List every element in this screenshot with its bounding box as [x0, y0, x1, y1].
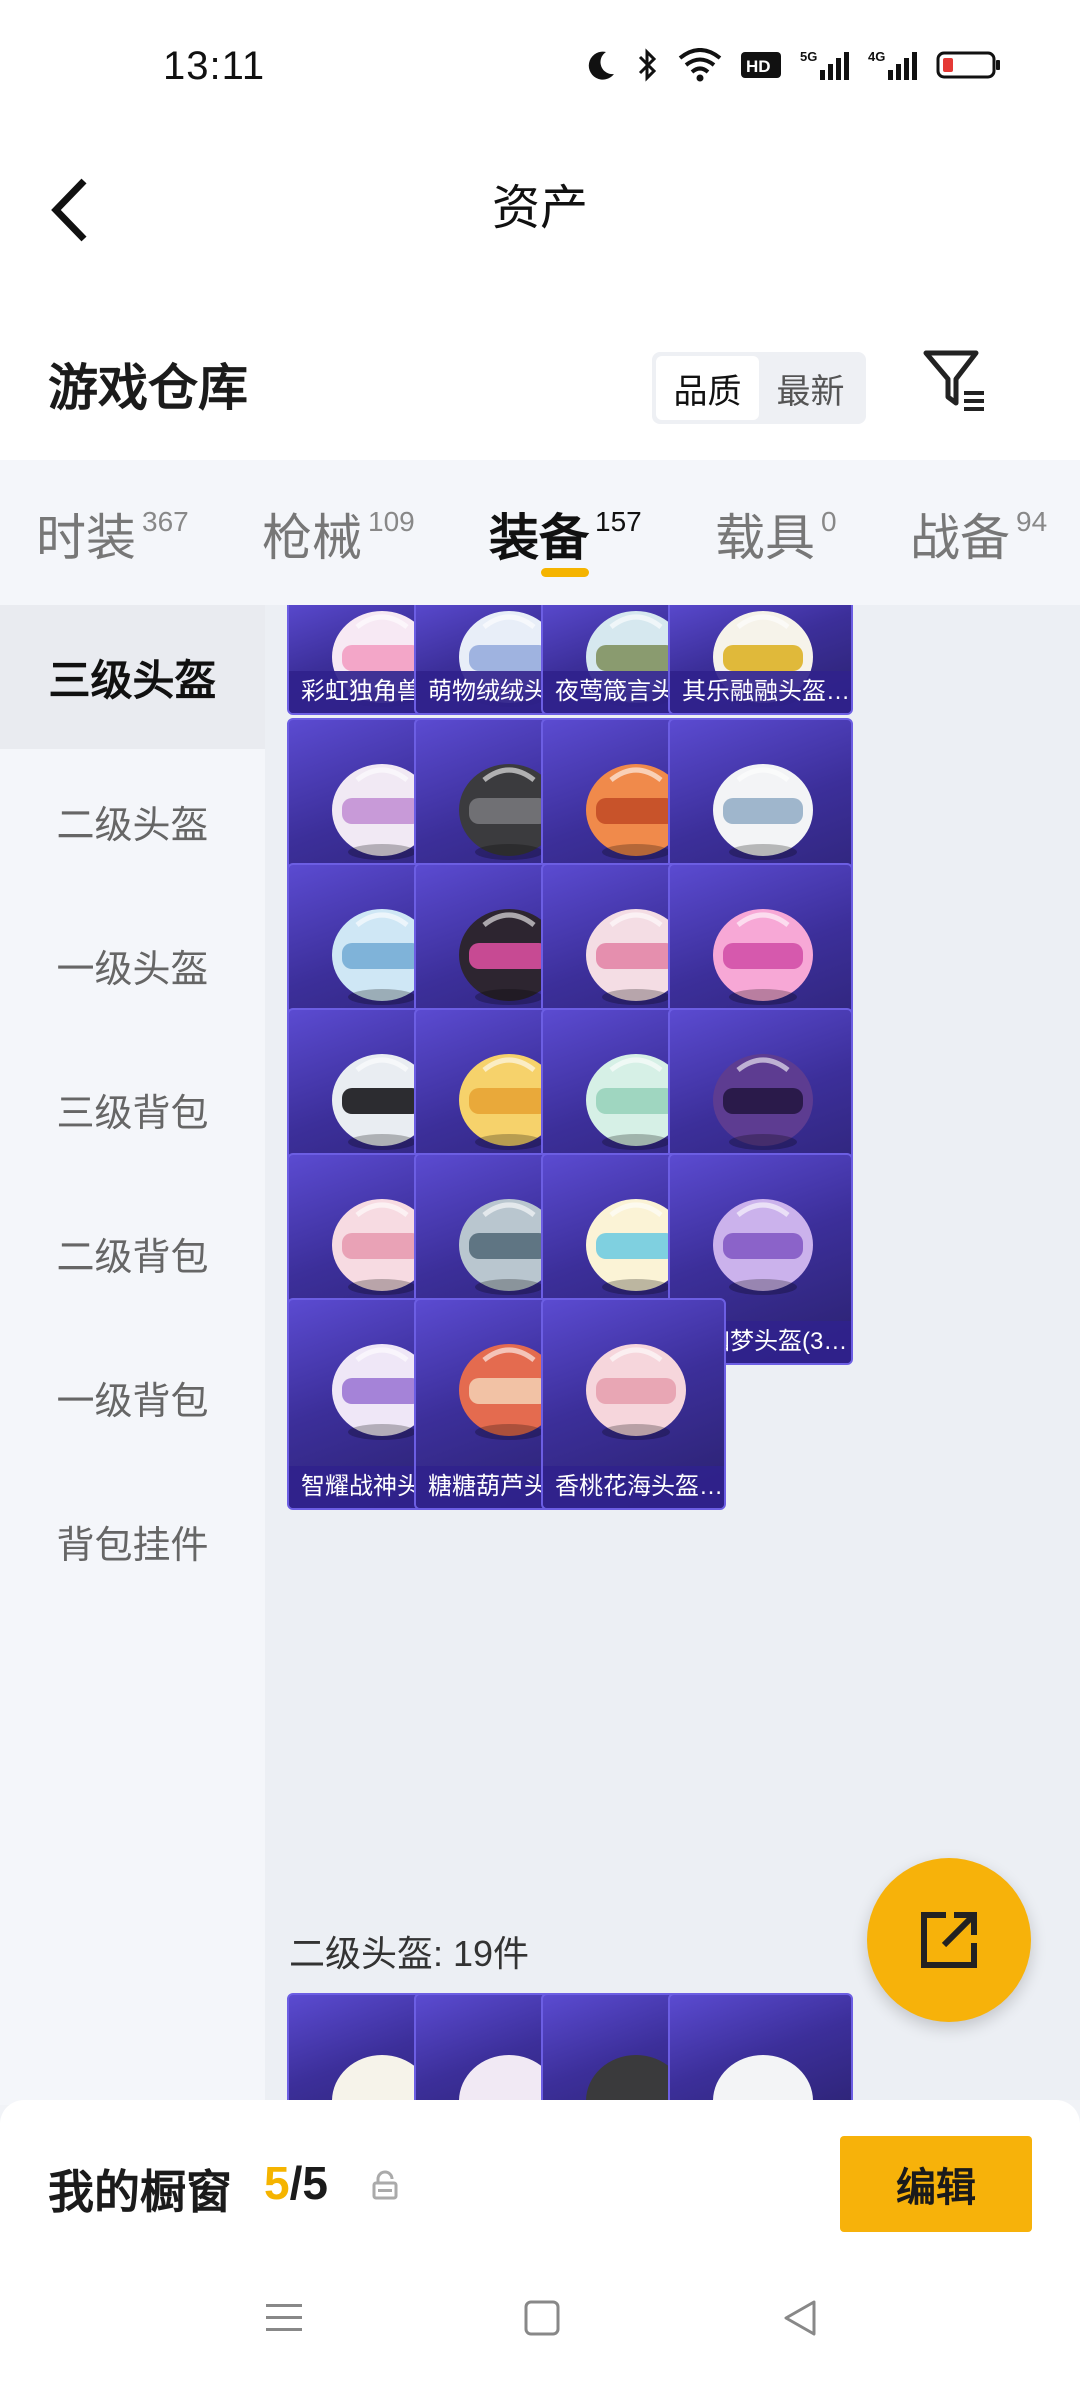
share-icon: [921, 1912, 977, 1968]
subnav-item-backpack-charm[interactable]: 背包挂件: [0, 1469, 265, 1613]
section-label-level2: 二级头盔: 19件: [289, 1933, 530, 1974]
bluetooth-icon: [636, 46, 660, 84]
svg-text:HD: HD: [746, 57, 771, 76]
subnav-item-level1-backpack[interactable]: 一级背包: [0, 1325, 265, 1469]
svg-text:5G: 5G: [800, 49, 817, 64]
page-title: 资产: [491, 182, 588, 235]
subnav-item-level1-helmet[interactable]: 一级头盔: [0, 893, 265, 1037]
filter-icon: [923, 350, 984, 411]
helmet-icon: [713, 1054, 813, 1150]
filter-button[interactable]: [920, 345, 990, 415]
active-tab-indicator: [541, 568, 589, 577]
subnav-item-level2-helmet[interactable]: 二级头盔: [0, 749, 265, 893]
showcase-title: 我的橱窗: [48, 2166, 232, 2218]
showcase-count: 5/5: [264, 2157, 328, 2209]
item-card-label: 其乐融融头盔(3级): [670, 671, 851, 713]
helmet-icon: [586, 1344, 686, 1440]
home-icon[interactable]: [522, 2298, 562, 2343]
showcase-bar: 我的橱窗 5/5 编辑: [0, 2100, 1080, 2250]
wifi-icon: [678, 46, 722, 84]
item-card[interactable]: 香桃花海头盔(3级): [541, 1298, 726, 1510]
hd-icon: HD: [740, 46, 782, 84]
helmet-icon: [713, 909, 813, 1005]
status-bar: 13:11 HD 5G 4G: [0, 0, 1080, 130]
category-tabs: 时装 367 枪械 109 装备 157 载具 0 战备 94: [0, 460, 1080, 605]
sort-newest-option[interactable]: 最新: [759, 356, 862, 420]
helmet-icon: [713, 1199, 813, 1295]
tab-equipment[interactable]: 装备 157: [489, 498, 642, 570]
share-fab-button[interactable]: [867, 1858, 1031, 2022]
menu-icon[interactable]: [262, 2298, 306, 2343]
subcategory-nav: 三级头盔 二级头盔 一级头盔 三级背包 二级背包 一级背包 背包挂件: [0, 605, 265, 2105]
tab-gear[interactable]: 战备 94: [910, 498, 1047, 570]
sort-quality-option[interactable]: 品质: [656, 356, 759, 420]
sort-toggle: 品质 最新: [652, 352, 866, 424]
subnav-item-level2-backpack[interactable]: 二级背包: [0, 1181, 265, 1325]
item-card[interactable]: 其乐融融头盔(3级): [668, 605, 853, 715]
status-time: 13:11: [163, 44, 266, 88]
warehouse-header: 游戏仓库 品质 最新: [0, 290, 1080, 460]
signal-4g-icon: 4G: [868, 46, 918, 84]
tab-vehicles[interactable]: 载具 0: [715, 498, 837, 570]
status-icons: HD 5G 4G: [584, 46, 1002, 84]
helmet-icon: [713, 2055, 813, 2100]
system-nav-bar: [0, 2250, 1080, 2400]
tab-fashion[interactable]: 时装 367: [36, 498, 189, 570]
edit-button[interactable]: 编辑: [840, 2136, 1032, 2232]
tab-weapons[interactable]: 枪械 109: [262, 498, 415, 570]
header: 资产: [0, 130, 1080, 290]
item-card-level2[interactable]: [668, 1993, 853, 2100]
battery-icon: [936, 46, 1002, 84]
moon-icon: [584, 46, 618, 84]
subnav-item-level3-backpack[interactable]: 三级背包: [0, 1037, 265, 1181]
warehouse-title: 游戏仓库: [48, 360, 248, 416]
subnav-item-level3-helmet[interactable]: 三级头盔: [0, 605, 265, 749]
back-nav-icon[interactable]: [780, 2298, 820, 2343]
lock-icon: [370, 2170, 400, 2205]
signal-5g-icon: 5G: [800, 46, 850, 84]
item-card-label: 香桃花海头盔(3级): [543, 1466, 724, 1508]
helmet-icon: [713, 764, 813, 860]
svg-text:4G: 4G: [868, 49, 885, 64]
